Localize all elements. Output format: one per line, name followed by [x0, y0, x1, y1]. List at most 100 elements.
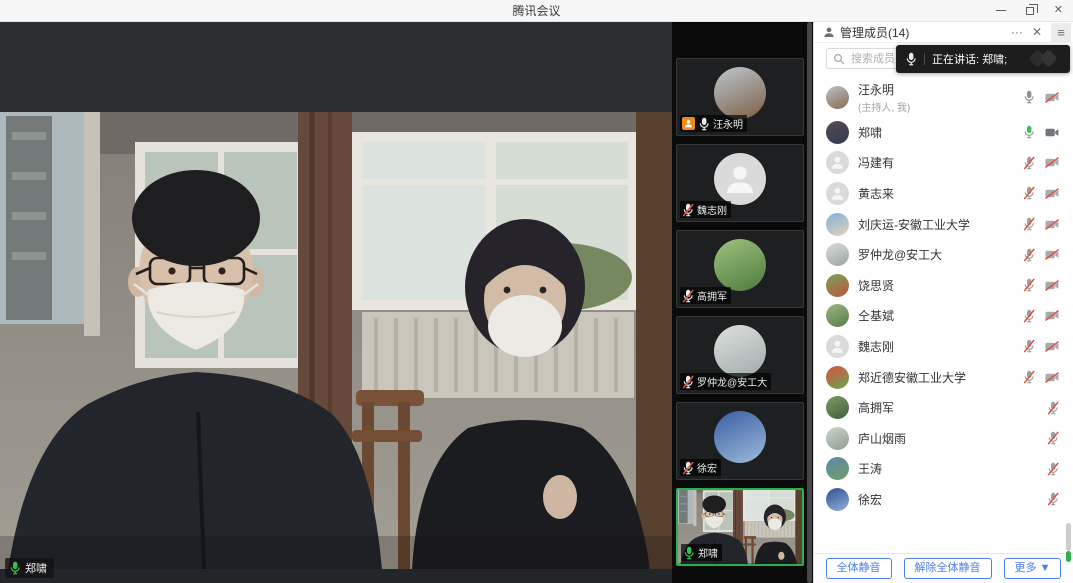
- more-options-icon[interactable]: ···: [1011, 26, 1023, 38]
- member-row[interactable]: 魏志刚: [814, 331, 1073, 362]
- speaking-mic-icon: [9, 561, 21, 575]
- speaking-toast: 正在讲话: 郑啸;: [896, 45, 1070, 73]
- member-texts: 黄志来: [858, 185, 894, 202]
- tile-name-label: 魏志刚: [680, 201, 731, 218]
- hamburger-menu-icon[interactable]: ≡: [1051, 23, 1071, 42]
- member-list-scrollbar[interactable]: [1066, 523, 1071, 551]
- participant-tile[interactable]: 郑啸: [676, 488, 804, 566]
- tile-name-label: 高拥军: [680, 287, 731, 304]
- member-row[interactable]: 罗仲龙@安工大: [814, 239, 1073, 270]
- member-row[interactable]: 庐山烟雨: [814, 423, 1073, 454]
- member-camera-icon: [1045, 92, 1059, 103]
- member-name: 高拥军: [858, 399, 894, 416]
- member-row[interactable]: 郑近德安徽工业大学: [814, 362, 1073, 393]
- member-status-icons: [1047, 401, 1059, 415]
- member-row[interactable]: 刘庆运-安徽工业大学: [814, 209, 1073, 240]
- member-texts: 王涛: [858, 460, 882, 477]
- member-name: 刘庆运-安徽工业大学: [858, 216, 970, 233]
- main-speaker-name: 郑啸: [25, 560, 47, 576]
- member-row[interactable]: 汪永明(主持人, 我): [814, 77, 1073, 117]
- avatar: [826, 243, 849, 266]
- avatar: [826, 488, 849, 511]
- main-video-feed: [0, 112, 672, 570]
- member-row[interactable]: 王涛: [814, 454, 1073, 485]
- member-camera-icon: [1045, 310, 1059, 321]
- member-status-icons: [1023, 248, 1059, 262]
- member-row[interactable]: 仝基斌: [814, 301, 1073, 332]
- avatar: [826, 213, 849, 236]
- member-texts: 魏志刚: [858, 338, 894, 355]
- members-icon: [823, 26, 835, 38]
- member-mic-icon: [1023, 309, 1035, 323]
- participant-tile[interactable]: 罗仲龙@安工大: [676, 316, 804, 394]
- member-name: 罗仲龙@安工大: [858, 246, 942, 263]
- member-mic-icon: [1023, 186, 1035, 200]
- more-button[interactable]: 更多 ▼: [1004, 558, 1062, 579]
- mute-all-button[interactable]: 全体静音: [826, 558, 892, 579]
- member-status-icons: [1047, 492, 1059, 506]
- member-camera-icon: [1045, 341, 1059, 352]
- member-name: 王涛: [858, 460, 882, 477]
- member-camera-icon: [1045, 372, 1059, 383]
- member-mic-icon: [1047, 431, 1059, 445]
- member-name: 汪永明: [858, 81, 910, 98]
- member-name: 郑近德安徽工业大学: [858, 369, 966, 386]
- participant-tile[interactable]: 高拥军: [676, 230, 804, 308]
- thumbnail-scrollbar[interactable]: [807, 22, 812, 583]
- participant-tile[interactable]: 徐宏: [676, 402, 804, 480]
- main-speaker-label: 郑啸: [5, 558, 54, 578]
- tile-mic-icon: [682, 461, 694, 475]
- participant-tile[interactable]: 汪永明: [676, 58, 804, 136]
- member-mic-icon: [1047, 401, 1059, 415]
- member-camera-icon: [1045, 127, 1059, 138]
- toast-mic-icon: [905, 52, 917, 66]
- tile-mic-icon: [682, 289, 694, 303]
- member-name: 饶思贤: [858, 277, 894, 294]
- tile-name-label: 郑啸: [681, 544, 722, 561]
- member-role-label: (主持人, 我): [858, 99, 910, 114]
- avatar: [826, 121, 849, 144]
- tencent-meeting-window: 腾讯会议 ✕: [0, 0, 1073, 583]
- panel-header-actions: ··· ✕ ≡: [1011, 23, 1073, 42]
- speaking-toast-text: 正在讲话: 郑啸;: [932, 51, 1007, 67]
- close-button[interactable]: ✕: [1054, 5, 1063, 16]
- member-row[interactable]: 徐宏: [814, 484, 1073, 515]
- unmute-all-button[interactable]: 解除全体静音: [904, 558, 992, 579]
- member-texts: 徐宏: [858, 491, 882, 508]
- member-texts: 罗仲龙@安工大: [858, 246, 942, 263]
- member-row[interactable]: 冯建有: [814, 148, 1073, 179]
- tile-participant-name: 罗仲龙@安工大: [697, 374, 767, 389]
- member-status-icons: [1023, 90, 1059, 104]
- tile-mic-icon: [698, 117, 710, 131]
- member-texts: 冯建有: [858, 154, 894, 171]
- default-avatar: [714, 153, 766, 205]
- member-camera-icon: [1045, 249, 1059, 260]
- member-row[interactable]: 饶思贤: [814, 270, 1073, 301]
- member-row[interactable]: 高拥军: [814, 392, 1073, 423]
- avatar: [826, 366, 849, 389]
- participant-thumbnail-strip: 汪永明 魏志刚 高拥军 罗仲龙@安工大 徐宏: [672, 22, 813, 583]
- member-status-icons: [1023, 339, 1059, 353]
- main-video-area[interactable]: 郑啸: [0, 22, 672, 583]
- member-mic-icon: [1047, 462, 1059, 476]
- panel-footer: 全体静音 解除全体静音 更多 ▼: [814, 553, 1073, 583]
- avatar: [826, 427, 849, 450]
- video-letterbox-bottom: [0, 569, 672, 583]
- member-camera-icon: [1045, 219, 1059, 230]
- member-name: 仝基斌: [858, 307, 894, 324]
- restore-button[interactable]: [1026, 7, 1034, 15]
- minimize-button[interactable]: [996, 10, 1006, 12]
- member-row[interactable]: 郑啸: [814, 117, 1073, 148]
- close-panel-icon[interactable]: ✕: [1032, 26, 1042, 38]
- default-avatar: [826, 182, 849, 205]
- participant-tile[interactable]: 魏志刚: [676, 144, 804, 222]
- member-mic-icon: [1023, 90, 1035, 104]
- avatar: [714, 67, 766, 119]
- tile-name-label: 罗仲龙@安工大: [680, 373, 771, 390]
- window-title: 腾讯会议: [512, 2, 560, 19]
- member-camera-icon: [1045, 280, 1059, 291]
- avatar: [714, 411, 766, 463]
- member-row[interactable]: 黄志来: [814, 178, 1073, 209]
- titlebar: 腾讯会议 ✕: [0, 0, 1073, 22]
- member-management-panel: 管理成员(14) ··· ✕ ≡ 正在讲话: 郑啸;: [813, 22, 1073, 583]
